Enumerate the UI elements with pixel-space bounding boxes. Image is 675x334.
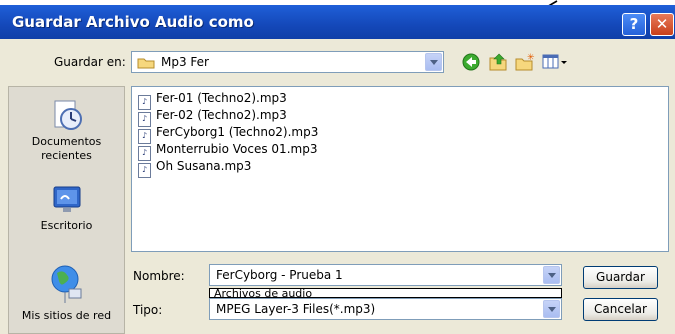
save-in-dropdown-arrow[interactable]	[425, 53, 442, 71]
back-icon[interactable]	[462, 53, 480, 71]
file-item[interactable]: ♪ Monterrubio Voces 01.mp3	[138, 142, 318, 161]
file-name: Oh Susana.mp3	[156, 159, 252, 173]
filename-label: Nombre:	[133, 269, 185, 283]
save-in-combo[interactable]: Mp3 Fer	[131, 51, 444, 73]
place-label-network: Mis sitios de red	[21, 309, 112, 322]
filetype-option[interactable]: Archivos de audio	[214, 289, 312, 297]
window-title: Guardar Archivo Audio como	[12, 13, 254, 31]
close-button[interactable]: ✕	[650, 13, 674, 36]
place-desktop[interactable]: Escritorio	[9, 183, 124, 232]
save-audio-dialog: Guardar Archivo Audio como ? ✕ Guardar e…	[0, 0, 675, 334]
save-in-label: Guardar en:	[54, 55, 126, 69]
place-network[interactable]: Mis sitios de red	[9, 263, 124, 322]
filename-input[interactable]: FerCyborg - Prueba 1	[209, 264, 562, 286]
desktop-icon	[53, 186, 80, 212]
help-button[interactable]: ?	[622, 13, 646, 36]
filename-dropdown-arrow[interactable]	[543, 266, 560, 284]
filename-value: FerCyborg - Prueba 1	[216, 268, 343, 282]
filetype-dropdown-arrow[interactable]	[543, 300, 560, 318]
up-folder-icon[interactable]	[488, 53, 508, 71]
network-places-icon	[51, 265, 81, 303]
save-button[interactable]: Guardar	[583, 266, 658, 289]
file-item[interactable]: ♪ Fer-02 (Techno2).mp3	[138, 108, 287, 127]
place-label-recent: Documentos recientes	[31, 135, 102, 162]
file-name: FerCyborg1 (Techno2).mp3	[156, 125, 319, 139]
places-bar: Documentos recientes Escritorio Mis siti…	[8, 86, 125, 334]
file-item[interactable]: ♪ Fer-01 (Techno2).mp3	[138, 91, 287, 110]
filetype-label: Tipo:	[133, 303, 163, 317]
place-label-desktop: Escritorio	[40, 219, 93, 232]
new-folder-icon[interactable]: ✳	[515, 53, 535, 71]
filetype-select[interactable]: MPEG Layer-3 Files(*.mp3)	[209, 298, 562, 320]
view-menu-icon[interactable]	[542, 53, 570, 71]
file-name: Fer-01 (Techno2).mp3	[156, 91, 287, 105]
file-name: Fer-02 (Techno2).mp3	[156, 108, 287, 122]
save-in-value: Mp3 Fer	[161, 55, 209, 69]
filetype-dropdown-list[interactable]: Archivos de audio	[209, 288, 562, 298]
folder-icon	[137, 58, 155, 69]
file-item[interactable]: ♪ Oh Susana.mp3	[138, 159, 252, 178]
cancel-button[interactable]: Cancelar	[583, 298, 658, 321]
file-list[interactable]: ♪ Fer-01 (Techno2).mp3 ♪ Fer-02 (Techno2).…	[131, 86, 669, 252]
file-name: Monterrubio Voces 01.mp3	[156, 142, 318, 156]
file-item[interactable]: ♪ FerCyborg1 (Techno2).mp3	[138, 125, 319, 144]
title-bar: Guardar Archivo Audio como ? ✕	[0, 5, 675, 39]
svg-text:✳: ✳	[527, 53, 535, 63]
filetype-value: MPEG Layer-3 Files(*.mp3)	[216, 302, 376, 316]
audio-file-icon: ♪	[138, 163, 151, 178]
recent-documents-icon	[54, 100, 82, 130]
place-recent-documents[interactable]: Documentos recientes	[9, 97, 124, 163]
